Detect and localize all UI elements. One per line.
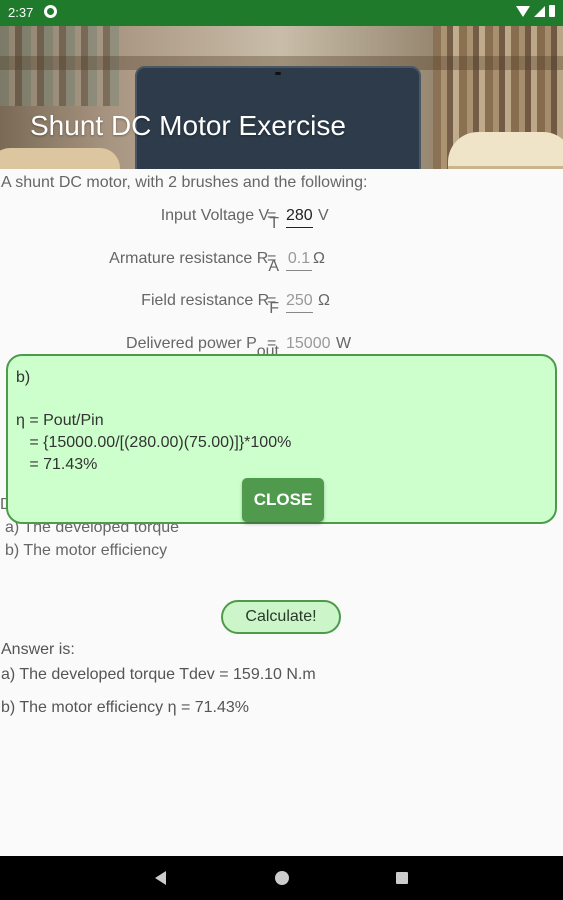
dialog-title: b) [16, 369, 31, 386]
dialog-line-2: = {15000.00/[(280.00)(75.00)]}*100% [16, 434, 292, 451]
signal-icon [534, 5, 545, 17]
param-row-voltage: Input Voltage VT = 280 V [160, 207, 329, 232]
dialog-line-1: η = Pout/Pin [16, 412, 104, 429]
back-icon[interactable] [155, 871, 166, 885]
intro-text: A shunt DC motor, with 2 brushes and the… [1, 174, 368, 191]
question-b: b) The motor efficiency [5, 542, 168, 559]
answer-a: a) The developed torque Tdev = 159.10 N.… [1, 666, 316, 683]
navigation-bar [0, 856, 563, 900]
param-label: Armature resistance R [109, 250, 269, 267]
header-banner: Shunt DC Motor Exercise [0, 26, 563, 169]
armature-resistance-input[interactable]: 0.1 [286, 250, 312, 271]
field-resistance-input[interactable]: 250 [286, 292, 313, 313]
status-time: 2:37 [8, 5, 34, 20]
page-title: Shunt DC Motor Exercise [30, 110, 346, 141]
param-row-field: Field resistance RF = 250 Ω [141, 292, 330, 317]
close-button[interactable]: CLOSE [242, 478, 324, 522]
sync-icon [44, 5, 57, 18]
param-label: Delivered power P [126, 335, 257, 352]
solution-dialog: b) η = Pout/Pin = {15000.00/[(280.00)(75… [6, 354, 557, 524]
param-row-armature: Armature resistance RA = 0.1 Ω [109, 250, 325, 275]
delivered-power-input[interactable]: 15000 [286, 335, 331, 356]
battery-icon [549, 5, 555, 17]
home-icon[interactable] [275, 871, 289, 885]
recents-icon[interactable] [396, 872, 408, 884]
voltage-input[interactable]: 280 [286, 207, 313, 228]
status-bar: 2:37 [0, 0, 563, 26]
param-label: Field resistance R [141, 292, 270, 309]
calculate-button[interactable]: Calculate! [221, 600, 341, 634]
dialog-line-3: = 71.43% [16, 456, 98, 473]
answer-heading: Answer is: [1, 641, 75, 658]
status-icons [516, 5, 555, 17]
param-label: Input Voltage V [160, 207, 270, 224]
wifi-icon [516, 5, 530, 17]
answer-b: b) The motor efficiency η = 71.43% [1, 699, 249, 716]
